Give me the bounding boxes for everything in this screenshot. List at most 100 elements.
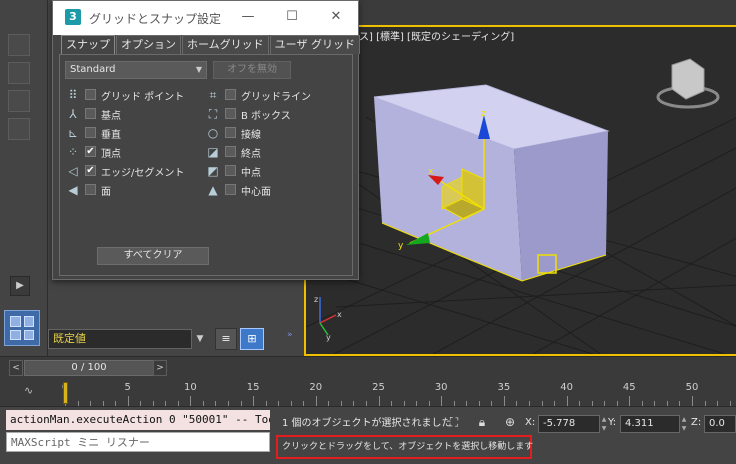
ruler-tick [127,396,129,406]
time-next-button[interactable]: > [153,360,167,376]
ruler-tick-label: 35 [497,382,511,393]
tripod-x-label: x [337,310,342,319]
midpoint-icon: ◩ [207,164,219,178]
selection-status: 1 個のオブジェクトが選択されました [282,418,452,429]
left-toolbar-rail [0,0,48,356]
rail-tool-button[interactable] [8,90,30,112]
layers-icon[interactable]: ≡ [215,328,237,350]
z-label: Z: [691,417,702,428]
snap-checkbox[interactable] [85,184,96,195]
dialog-title: グリッドとスナップ設定 [89,12,222,26]
snap-checkbox[interactable] [225,127,236,138]
x-coordinate-field[interactable]: -5.778 [538,415,600,433]
x-spinner[interactable]: ▲ ▼ [600,415,608,433]
ruler-tick-label: 10 [184,382,197,393]
snap-checkbox[interactable]: ✔ [85,165,96,176]
grid-points-icon: ⠿ [68,88,78,102]
rail-tool-button[interactable] [8,34,30,56]
frame-ruler[interactable]: 05101520253035404550 [60,380,736,406]
rail-tool-button[interactable] [8,118,30,140]
ruler-tick-label: 40 [560,382,573,393]
close-button[interactable]: ✕ [314,1,358,35]
dialog-titlebar[interactable]: 3 グリッドとスナップ設定 — ☐ ✕ [53,1,358,35]
vertex-icon: ⁘ [67,145,79,159]
chevron-down-icon: ▼ [195,65,202,74]
snap-label: B ボックス [241,111,291,122]
gizmo-x-label: x [428,167,434,177]
snap-label: グリッド ポイント [101,92,185,103]
snap-checkbox[interactable] [85,127,96,138]
gizmo-y-label: y [398,241,404,251]
play-icon[interactable]: ▶ [10,276,30,296]
ruler-tick-label: 25 [372,382,385,393]
snap-type-select[interactable]: Standard ▼ [65,61,207,79]
gizmo-z-label: z [481,109,486,119]
frame-cursor[interactable] [63,382,68,404]
curve-editor-icon[interactable]: ∿ [24,384,33,397]
maxscript-listener[interactable]: MAXScript ミニ リスナー [6,432,270,452]
minimize-button[interactable]: — [226,1,270,35]
bounding-box-icon: ⛶ [208,107,218,121]
ruler-tick [378,396,380,406]
ruler-tick [503,396,505,406]
top-strip [304,0,736,25]
ruler-tick [315,396,317,406]
face-icon: ◀ [68,183,78,197]
override-off-button[interactable]: オフを無効 [213,61,291,79]
gridline-icon: ⌗ [209,88,217,102]
snap-checkbox[interactable] [85,108,96,119]
chevron-down-icon[interactable]: ▼ [194,329,206,349]
snap-checkbox[interactable] [225,146,236,157]
edge-icon: ◁ [68,164,78,178]
snap-checkbox[interactable] [85,89,96,100]
viewport-label[interactable]: ス] [標準] [既定のシェーディング] [359,28,514,43]
y-spinner[interactable]: ▲ ▼ [680,415,688,433]
scene-explorer-field[interactable]: 既定値 [48,329,192,349]
isolate-selection-icon[interactable]: ⛶ [446,414,462,430]
tab-options[interactable]: オプション [116,35,181,54]
snap-label: 頂点 [101,149,121,160]
pivot-icon: ⅄ [69,107,77,121]
expand-panel-toggle[interactable]: » [287,330,293,340]
snap-label: 中点 [241,168,261,179]
absolute-mode-icon[interactable]: ⊕ [502,414,518,430]
snap-label: 面 [101,187,111,198]
ruler-tick-label: 45 [622,382,636,393]
viewcube [671,58,705,100]
lock-icon[interactable]: 🔒︎ [474,414,490,430]
snap-label: 終点 [241,149,261,160]
snap-checkbox[interactable]: ✔ [85,146,96,157]
ruler-tick-label: 30 [434,382,448,393]
y-coordinate-field[interactable]: 4.311 [620,415,680,433]
snap-checkbox[interactable] [225,165,236,176]
z-coordinate-field[interactable]: 0.0 [704,415,736,433]
snap-label: 中心面 [241,187,271,198]
center-face-icon: ▲ [208,183,218,197]
perspective-viewport[interactable]: z x y z x y [304,25,736,356]
tab-user-grids[interactable]: ユーザ グリッド [269,35,360,54]
endpoint-icon: ◪ [207,145,219,159]
snap-checkbox[interactable] [225,184,236,195]
time-slider[interactable]: 0 / 100 [24,360,154,376]
rail-tool-button[interactable] [8,62,30,84]
tab-home-grid[interactable]: ホームグリッド [182,35,269,54]
macro-recorder-line[interactable]: actionMan.executeAction 0 "50001" -- Too… [6,410,270,430]
perpendicular-icon: ⊾ [67,126,79,140]
tab-snaps[interactable]: スナップ [61,35,115,54]
snap-checkbox[interactable] [225,108,236,119]
ruler-tick [692,396,693,406]
snap-checkbox[interactable] [225,89,236,100]
time-prev-button[interactable]: < [9,360,23,376]
scene-explorer-icon[interactable]: ⊞ [240,328,264,350]
viewport-layout-icon[interactable] [4,310,40,346]
snap-type-value: Standard [70,64,116,75]
snap-label: エッジ/セグメント [101,168,185,179]
ruler-tick-label: 15 [246,382,260,393]
grid-snap-settings-dialog: 3 グリッドとスナップ設定 — ☐ ✕ スナップ オプション ホームグリッド ユ… [52,0,360,280]
ruler-tick [629,396,631,406]
maximize-button[interactable]: ☐ [270,1,314,35]
app-logo-icon: 3 [65,9,81,25]
clear-all-button[interactable]: すべてクリア [97,247,209,265]
snap-label: 接線 [241,130,261,141]
ruler-tick [190,396,192,406]
